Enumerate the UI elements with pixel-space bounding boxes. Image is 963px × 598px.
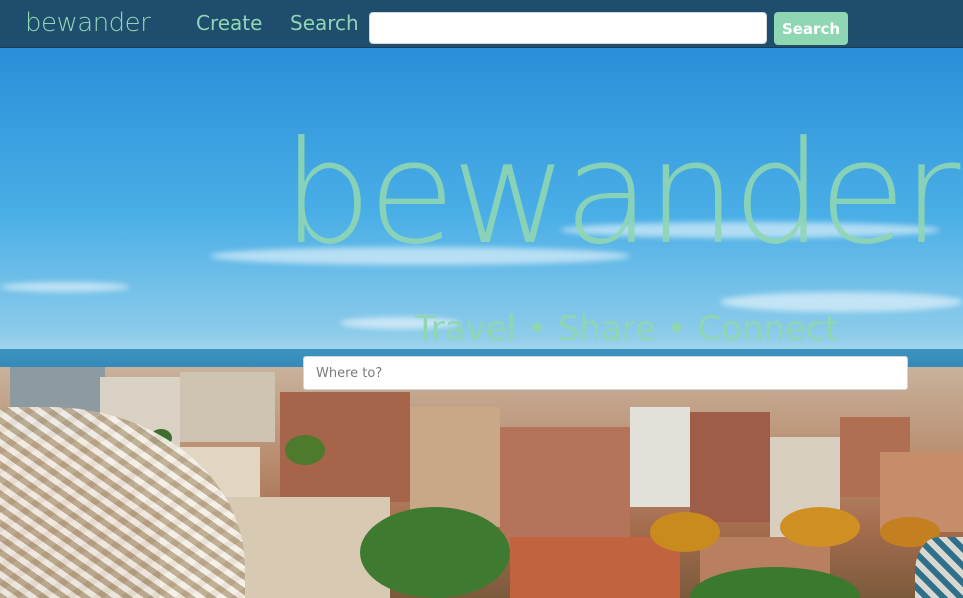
tagline: Travel • Share • Connect [415, 309, 839, 349]
palm-tree [360, 507, 510, 598]
building [630, 407, 690, 507]
building [510, 537, 680, 598]
city-skyline [0, 367, 963, 598]
navbar: bewander Create Search Search [0, 0, 963, 48]
nav-link-create[interactable]: Create [196, 10, 262, 36]
brand-logo[interactable]: bewander [25, 6, 151, 40]
destination-search-input[interactable] [303, 356, 908, 390]
navbar-search-input[interactable] [369, 12, 767, 44]
cloud [0, 282, 130, 292]
tree [285, 435, 325, 465]
tree [650, 512, 720, 552]
navbar-search-button[interactable]: Search [774, 12, 848, 45]
building [690, 412, 770, 522]
hero-background-image: bewander Travel • Share • Connect [0, 47, 963, 598]
hero-logo: bewander [282, 111, 961, 276]
nav-link-search[interactable]: Search [290, 10, 359, 36]
mosaic-structure [915, 537, 963, 598]
tree [780, 507, 860, 547]
building [180, 372, 275, 442]
